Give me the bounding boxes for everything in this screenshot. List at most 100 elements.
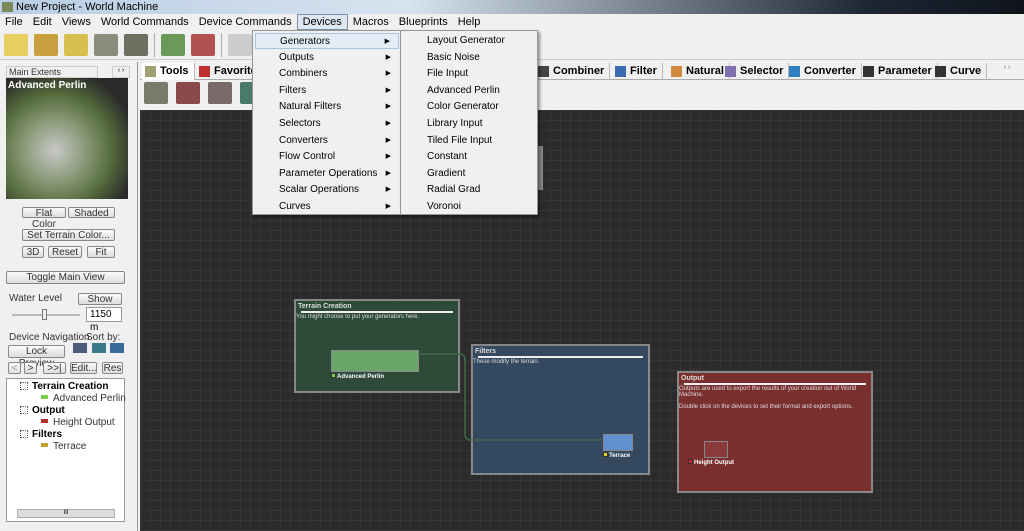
menu-item-parameter-operations[interactable]: Parameter Operations ▶ [255,166,399,182]
menu-item-converters[interactable]: Converters ▶ [255,133,399,149]
prev-button[interactable]: < [8,362,21,374]
menu-item-layout-generator[interactable]: Layout Generator [403,33,535,49]
menu-device-commands[interactable]: Device Commands [194,14,297,30]
fit-button[interactable]: Fit [87,246,115,258]
flat-color-button[interactable]: Flat Color [22,207,66,230]
extents-arrows[interactable]: ‹ › [112,66,130,78]
menu-item-label: Tiled File Input [427,134,493,146]
menu-item-scalar-operations[interactable]: Scalar Operations ▶ [255,182,399,198]
toggle-main-view-button[interactable]: Toggle Main View [6,271,125,284]
menu-file[interactable]: File [0,14,28,30]
menu-item-outputs[interactable]: Outputs ▶ [255,50,399,66]
tab-combiner-icon [538,66,549,77]
tab-parameter[interactable]: Parameter [860,63,938,80]
menu-item-constant[interactable]: Constant [403,149,535,165]
terrain-preview[interactable]: Advanced Perlin [6,78,128,199]
menu-item-voronoi[interactable]: Voronoi [403,199,535,215]
dice-icon[interactable] [228,33,252,56]
edit-button[interactable]: Edit... [70,362,97,374]
menu-item-natural-filters[interactable]: Natural Filters ▶ [255,99,399,115]
tool-group-icon[interactable] [176,82,200,104]
tree-group-output[interactable]: Output [10,405,65,416]
menu-devices[interactable]: Devices [296,14,348,30]
tree-item-height-output[interactable]: Height Output [41,417,115,428]
menu-item-basic-noise[interactable]: Basic Noise [403,50,535,66]
save-icon[interactable] [94,33,118,56]
menu-item-selectors[interactable]: Selectors ▶ [255,116,399,132]
menu-blueprints[interactable]: Blueprints [394,14,453,30]
tab-converter[interactable]: Converter [786,63,862,80]
open-folder-icon[interactable] [34,33,58,56]
tab-tools[interactable]: Tools [142,63,195,80]
lock-preview-button[interactable]: Lock Preview [8,345,65,369]
tab-curve[interactable]: Curve [932,63,988,80]
menu-item-label: Advanced Perlin [427,84,500,96]
terrain-view-icon[interactable] [161,33,185,56]
water-level-slider[interactable] [12,309,80,320]
menu-item-generators[interactable]: Generators ▶ [255,33,399,49]
menu-world-commands[interactable]: World Commands [96,14,194,30]
menu-item-library-input[interactable]: Library Input [403,116,535,132]
sort-list-icon[interactable] [73,343,87,353]
tree-group-label: Filters [32,429,63,440]
checklist-icon[interactable] [191,33,215,56]
tree-group-filters[interactable]: Filters [10,429,62,440]
sort-tree-icon[interactable] [110,343,124,353]
new-project-icon[interactable] [4,33,28,56]
submenu-arrow-icon: ▶ [385,120,391,127]
tree-item-terrace[interactable]: Terrace [41,441,86,452]
menu-help[interactable]: Help [453,14,486,30]
submenu-arrow-icon: ▶ [385,186,391,194]
res-button[interactable]: Res [102,362,123,374]
menu-item-file-input[interactable]: File Input [403,66,535,82]
menu-item-curves[interactable]: Curves ▶ [255,199,399,215]
tool-icons [144,82,264,104]
preview-title: Advanced Perlin [8,80,87,91]
tab-combiner[interactable]: Combiner [535,63,611,80]
menu-item-radial-grad[interactable]: Radial Grad [403,182,535,198]
sort-type-icon[interactable] [92,343,106,353]
menu-item-filters[interactable]: Filters ▶ [255,83,399,99]
help-icon[interactable] [64,33,88,56]
tab-scroll-arrows[interactable]: ‹ › [993,64,1021,78]
tab-filter-icon [615,66,626,77]
show-water-button[interactable]: Show [78,293,122,305]
tool-export-icon[interactable] [208,82,232,104]
generators-submenu: Layout Generator Basic Noise File Input Adv… [400,30,538,215]
menu-macros[interactable]: Macros [348,14,394,30]
menu-edit[interactable]: Edit [28,14,57,30]
slider-thumb[interactable] [42,309,47,320]
tool-layout-icon[interactable] [144,82,168,104]
next-button[interactable]: > [24,362,37,374]
menu-item-advanced-perlin[interactable]: Advanced Perlin [403,83,535,99]
tab-natural[interactable]: Natural [668,63,730,80]
water-level-input[interactable]: 1150 m [86,307,122,333]
shaded-button[interactable]: Shaded [68,207,115,219]
tab-label: Tools [160,65,189,77]
menu-item-flow-control[interactable]: Flow Control ▶ [255,149,399,165]
tab-selector-icon [725,66,736,77]
device-tree[interactable]: III Terrain Creation Advanced Perlin Outpu… [6,378,126,522]
tree-item-advanced-perlin[interactable]: Advanced Perlin [41,393,126,404]
tab-filter[interactable]: Filter [612,63,663,80]
tab-selector[interactable]: Selector [722,63,790,80]
menu-item-gradient[interactable]: Gradient [403,166,535,182]
menu-item-color-generator[interactable]: Color Generator [403,99,535,115]
reset-button[interactable]: Reset [48,246,82,258]
set-terrain-color-button[interactable]: Set Terrain Color... [22,229,115,241]
tree-group-terrain-creation[interactable]: Terrain Creation [10,381,109,392]
submenu-arrow-icon: ▶ [385,136,391,144]
last-button[interactable]: >>| [43,362,66,374]
extents-selector[interactable]: Main Extents [6,66,98,78]
build-icon[interactable] [124,33,148,56]
menu-item-label: Generators [280,36,331,47]
menu-item-combiners[interactable]: Combiners ▶ [255,66,399,82]
menu-item-label: Voronoi [427,201,461,212]
menu-item-label: File Input [427,68,469,80]
3d-button[interactable]: 3D [22,246,44,258]
menu-item-tiled-file-input[interactable]: Tiled File Input [403,133,535,149]
horizontal-scrollbar[interactable]: III [17,509,115,518]
menu-item-label: Constant [427,151,468,163]
device-color-icon [41,443,48,447]
menu-views[interactable]: Views [57,14,96,30]
